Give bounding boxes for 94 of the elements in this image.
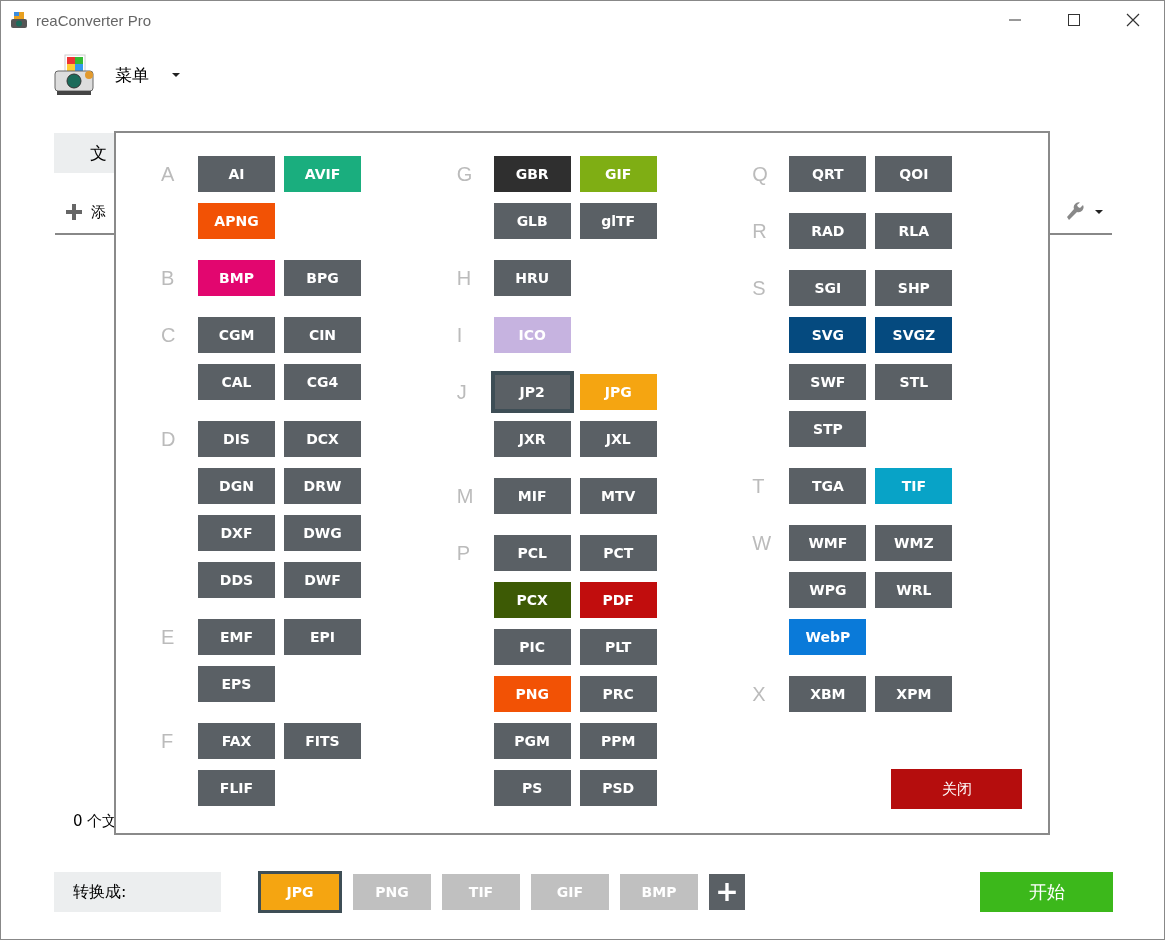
format-button[interactable]: PLT [579,629,657,665]
format-button[interactable]: DCX [284,421,361,457]
format-button[interactable]: DXF [198,515,275,551]
format-button[interactable]: AI [198,156,275,192]
format-button[interactable]: PCT [579,535,657,571]
format-button[interactable]: MTV [579,478,657,514]
format-button[interactable]: WMF [789,525,867,561]
add-icon[interactable] [65,203,83,221]
wrench-icon[interactable] [1066,202,1086,222]
format-button[interactable]: FITS [284,723,361,759]
format-button[interactable]: JP2 [493,374,571,410]
format-button[interactable]: CAL [198,364,275,400]
group-letter: C [161,323,177,348]
format-button[interactable]: WRL [875,572,953,608]
format-button[interactable]: RLA [875,213,953,249]
format-button[interactable]: DWF [284,562,361,598]
format-button[interactable]: SVG [789,317,867,353]
format-button[interactable]: STP [789,411,867,447]
format-button[interactable]: SVGZ [875,317,953,353]
format-button[interactable]: DDS [198,562,275,598]
format-button[interactable]: JXL [579,421,657,457]
close-button[interactable]: 关闭 [891,769,1022,809]
add-label[interactable]: 添 [91,202,106,222]
format-button[interactable]: XBM [789,676,867,712]
format-button[interactable]: XPM [875,676,953,712]
format-button[interactable]: PIC [493,629,571,665]
format-button[interactable]: STL [875,364,953,400]
caret-icon[interactable] [171,72,181,78]
format-button[interactable]: WebP [789,619,867,655]
format-button[interactable]: QOI [875,156,953,192]
group-letter: D [161,427,177,452]
caret-icon[interactable] [1094,209,1104,215]
group-letter: S [752,276,767,301]
group-letter: W [752,531,773,556]
add-format-button[interactable]: + [709,874,745,910]
format-button[interactable]: CG4 [284,364,361,400]
close-icon[interactable] [1126,13,1140,27]
format-button[interactable]: DGN [198,468,275,504]
format-button[interactable]: PCX [493,582,571,618]
group-letter: X [752,682,767,707]
app-icon [10,11,28,29]
format-button[interactable]: DIS [198,421,275,457]
format-button[interactable]: APNG [198,203,275,239]
format-button[interactable]: FLIF [198,770,275,806]
format-button[interactable]: GLB [493,203,571,239]
format-button[interactable]: BMP [198,260,275,296]
format-button[interactable]: SWF [789,364,867,400]
format-button[interactable]: HRU [493,260,571,296]
group-letter: A [161,162,176,187]
format-button[interactable]: PS [493,770,571,806]
format-button[interactable]: glTF [579,203,657,239]
group-letter: E [161,625,176,650]
group-letter: H [456,266,473,291]
format-button[interactable]: SGI [789,270,867,306]
format-button[interactable]: EMF [198,619,275,655]
format-button[interactable]: DRW [284,468,361,504]
group-letter: P [456,541,471,566]
format-button[interactable]: QRT [789,156,867,192]
window-title: reaConverter Pro [36,11,152,29]
format-button[interactable]: FAX [198,723,275,759]
format-button[interactable]: PGM [493,723,571,759]
format-button[interactable]: WPG [789,572,867,608]
group-letter: Q [752,162,769,187]
convert-to-label: 转换成: [54,872,221,912]
format-button[interactable]: PRC [579,676,657,712]
format-button[interactable]: CIN [284,317,361,353]
format-button[interactable]: RAD [789,213,867,249]
maximize-icon[interactable] [1067,13,1081,27]
format-button[interactable]: SHP [875,270,953,306]
format-button[interactable]: CGM [198,317,275,353]
group-letter: R [752,219,768,244]
menu-button[interactable]: 菜单 [115,63,149,87]
group-letter: F [161,729,175,754]
format-button[interactable]: WMZ [875,525,953,561]
format-button[interactable]: PDF [579,582,657,618]
group-letter: M [456,484,475,509]
format-button[interactable]: BPG [284,260,361,296]
format-button[interactable]: PCL [493,535,571,571]
format-button[interactable]: PPM [579,723,657,759]
group-letter: B [161,266,176,291]
format-button[interactable]: DWG [284,515,361,551]
format-button[interactable]: PSD [579,770,657,806]
format-button[interactable]: EPS [198,666,275,702]
format-button[interactable]: TGA [789,468,867,504]
group-letter: G [456,162,474,187]
format-button[interactable]: MIF [493,478,571,514]
app-logo-icon [53,53,97,97]
group-letter: T [752,474,766,499]
format-button[interactable]: EPI [284,619,361,655]
format-button[interactable]: GBR [493,156,571,192]
format-button[interactable]: JXR [493,421,571,457]
group-letter: I [456,323,464,348]
format-button[interactable]: PNG [493,676,571,712]
group-letter: J [456,380,468,405]
